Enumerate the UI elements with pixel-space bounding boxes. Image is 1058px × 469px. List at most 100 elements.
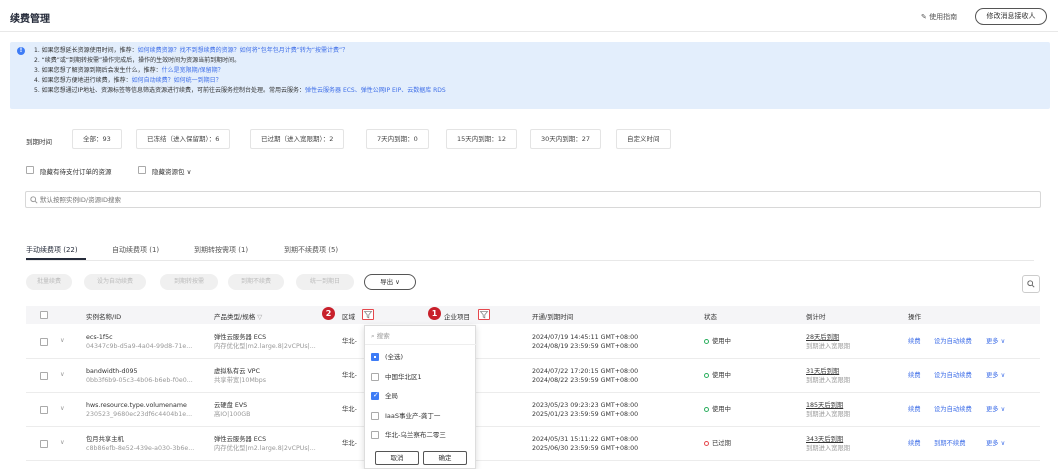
refresh-button[interactable] <box>1022 275 1040 293</box>
table-row[interactable]: ∨ ecs-1f5c 04347c9b-d5a9-4a04-99d8-71e..… <box>26 325 1040 359</box>
open-time: 2023/05/23 09:23:23 GMT+08:00 <box>532 402 639 409</box>
row-checkbox[interactable] <box>40 406 48 414</box>
no-renew-button[interactable]: 到期不续费 <box>228 274 284 290</box>
option-checkbox-checked[interactable]: ✓ <box>371 391 379 400</box>
dropdown-option[interactable]: IaaS事业产-龚丁一 <box>371 410 440 420</box>
open-time: 2024/07/19 14:45:11 GMT+08:00 <box>532 334 639 341</box>
expand-chevron-icon[interactable]: ∨ <box>60 405 65 413</box>
more-label: 更多 <box>986 406 999 413</box>
export-label: 导出 <box>380 278 394 286</box>
region-filter-dropdown: ⌕ 搜索 (全选) 中国华北区1 ✓ 全局 IaaS事业产-龚丁一 华北-乌兰察布… <box>364 325 477 469</box>
partial-checkbox[interactable] <box>371 353 379 361</box>
more-menu[interactable]: 更多 ∨ <box>986 338 1005 346</box>
page-header: 续费管理 ✎ 使用指南 修改消息接收人 <box>0 0 1058 32</box>
instance-name[interactable]: bandwidth-d095 <box>86 368 138 376</box>
countdown: 343天后到期 <box>806 436 844 443</box>
product-spec: 共享带宽|10Mbps <box>214 377 267 384</box>
expand-chevron-icon[interactable]: ∨ <box>60 337 65 345</box>
notice-text: 5. 如果您想通过IP地址、资源标签等信息筛选资源进行续费，可前往云服务控制台处… <box>34 87 306 94</box>
export-button[interactable]: 导出 ∨ <box>364 274 416 290</box>
instance-name[interactable]: ecs-1f5c <box>86 334 113 342</box>
filter-chip-7days[interactable]: 7天内到期：0 <box>366 129 429 149</box>
table-row[interactable]: ∨ bandwidth-d095 0bb3f6b9-05c3-4b06-b6eb… <box>26 359 1040 393</box>
hide-pending-order-checkbox[interactable] <box>26 166 34 174</box>
dropdown-confirm-button[interactable]: 确定 <box>423 451 467 465</box>
select-all-checkbox[interactable] <box>40 311 48 319</box>
no-renew-link[interactable]: 到期不续费 <box>934 440 965 448</box>
chevron-down-icon: ∨ <box>395 278 400 286</box>
instance-name[interactable]: hws.resource.type.volumename <box>86 402 187 410</box>
set-auto-renew-link[interactable]: 设为自动续费 <box>934 338 972 346</box>
expand-chevron-icon[interactable]: ∨ <box>60 371 65 379</box>
filter-chip-expired[interactable]: 已过期（进入宽限期）：2 <box>250 129 345 149</box>
more-menu[interactable]: 更多 ∨ <box>986 440 1005 448</box>
countdown-note: 到期进入宽限期 <box>806 343 851 350</box>
search-box[interactable] <box>25 191 1041 208</box>
dropdown-cancel-button[interactable]: 取消 <box>375 451 419 465</box>
dropdown-option[interactable]: 华北-乌兰察布二零三 <box>371 429 446 439</box>
option-checkbox[interactable] <box>371 373 379 381</box>
to-ondemand-button[interactable]: 到期转按需 <box>160 274 218 290</box>
filter-chip-15days[interactable]: 15天内到期：12 <box>446 129 518 149</box>
notice-line-2: 2. “续费”或“到期转按需”操作完成后，操作的生效时间为资源当前到期时间。 <box>34 57 240 65</box>
filter-chip-custom[interactable]: 自定义时间 <box>616 129 671 149</box>
tab-manual-renewal[interactable]: 手动续费项 (22) <box>26 245 78 255</box>
row-checkbox[interactable] <box>40 372 48 380</box>
notice-text: 4. 如果您想方便地进行续费，推荐： <box>34 77 132 84</box>
instance-id: c8b86efb-8e52-439e-a030-3b6e... <box>86 445 195 452</box>
renew-link[interactable]: 续费 <box>908 338 921 346</box>
modify-receiver-button[interactable]: 修改消息接收人 <box>975 8 1047 25</box>
status-badge: 使用中 <box>704 338 731 346</box>
filter-chip-30days[interactable]: 30天内到期：27 <box>530 129 602 149</box>
region-filter-icon[interactable] <box>362 309 374 320</box>
filter-chip-all[interactable]: 全部：93 <box>72 129 122 149</box>
unify-date-button[interactable]: 统一到期日 <box>296 274 354 290</box>
renewal-management-page: 续费管理 ✎ 使用指南 修改消息接收人 ! 1. 如果您想延长资源使用时间，推荐… <box>0 0 1058 469</box>
option-checkbox[interactable] <box>371 431 379 439</box>
renew-link[interactable]: 续费 <box>908 406 921 414</box>
dropdown-search[interactable]: ⌕ 搜索 <box>371 330 390 341</box>
column-region: 区域 <box>342 313 355 321</box>
open-time: 2024/05/31 15:11:22 GMT+08:00 <box>532 436 639 443</box>
table-row[interactable]: ∨ 包月共享主机 c8b86efb-8e52-439e-a030-3b6e...… <box>26 427 1040 461</box>
set-auto-renew-button[interactable]: 设为自动续费 <box>84 274 146 290</box>
user-guide-link[interactable]: ✎ 使用指南 <box>921 12 957 22</box>
option-label: IaaS事业产-龚丁一 <box>385 412 441 420</box>
notice-link[interactable]: 弹性云服务器 ECS、弹性公网IP EIP、云数据库 RDS <box>305 87 446 94</box>
notice-link[interactable]: 如何自动续费？如何统一到期日？ <box>132 77 222 84</box>
tab-no-renewal[interactable]: 到期不续费项 (5) <box>284 245 338 255</box>
notice-link[interactable]: 如何续费资源？找不到想续费的资源？如何将“包年包月计费”转为“按需计费”？ <box>138 47 348 54</box>
hide-resource-pack-text: 隐藏资源包 <box>152 168 185 176</box>
search-input[interactable] <box>40 194 1030 205</box>
tab-divider <box>26 260 1034 261</box>
column-operation: 操作 <box>908 313 921 321</box>
table-row[interactable]: ∨ hws.resource.type.volumename 230523_96… <box>26 393 1040 427</box>
product-spec: 高IO|100GB <box>214 411 251 418</box>
more-menu[interactable]: 更多 ∨ <box>986 372 1005 380</box>
expand-chevron-icon[interactable]: ∨ <box>60 439 65 447</box>
set-auto-renew-link[interactable]: 设为自动续费 <box>934 406 972 414</box>
row-checkbox[interactable] <box>40 338 48 346</box>
notice-text: 2. “续费”或“到期转按需”操作完成后，操作的生效时间为资源当前到期时间。 <box>34 57 241 64</box>
dropdown-option-select-all[interactable]: (全选) <box>371 351 403 361</box>
set-auto-renew-link[interactable]: 设为自动续费 <box>934 372 972 380</box>
filter-chip-frozen[interactable]: 已冻结（进入保留期）：6 <box>136 129 231 149</box>
renew-link[interactable]: 续费 <box>908 372 921 380</box>
enterprise-project-filter-icon[interactable] <box>478 309 490 320</box>
filter-icon[interactable]: ▽ <box>257 313 262 321</box>
notice-line-5: 5. 如果您想通过IP地址、资源标签等信息筛选资源进行续费，可前往云服务控制台处… <box>34 87 446 95</box>
notice-link[interactable]: 什么是宽限期/保留期？ <box>162 67 224 74</box>
tab-to-ondemand[interactable]: 到期转按需项 (1) <box>194 245 248 255</box>
hide-resource-pack-checkbox[interactable] <box>138 166 146 174</box>
dropdown-option[interactable]: ✓ 全局 <box>371 390 398 400</box>
dropdown-option[interactable]: 中国华北区1 <box>371 371 422 381</box>
countdown: 31天后到期 <box>806 368 840 375</box>
more-menu[interactable]: 更多 ∨ <box>986 406 1005 414</box>
tab-auto-renewal[interactable]: 自动续费项 (1) <box>112 245 159 255</box>
batch-renew-button[interactable]: 批量续费 <box>26 274 72 290</box>
row-checkbox[interactable] <box>40 440 48 448</box>
instance-name[interactable]: 包月共享主机 <box>86 436 124 444</box>
product-type: 虚拟私有云 VPC <box>214 368 260 375</box>
option-checkbox[interactable] <box>371 412 379 420</box>
renew-link[interactable]: 续费 <box>908 440 921 448</box>
